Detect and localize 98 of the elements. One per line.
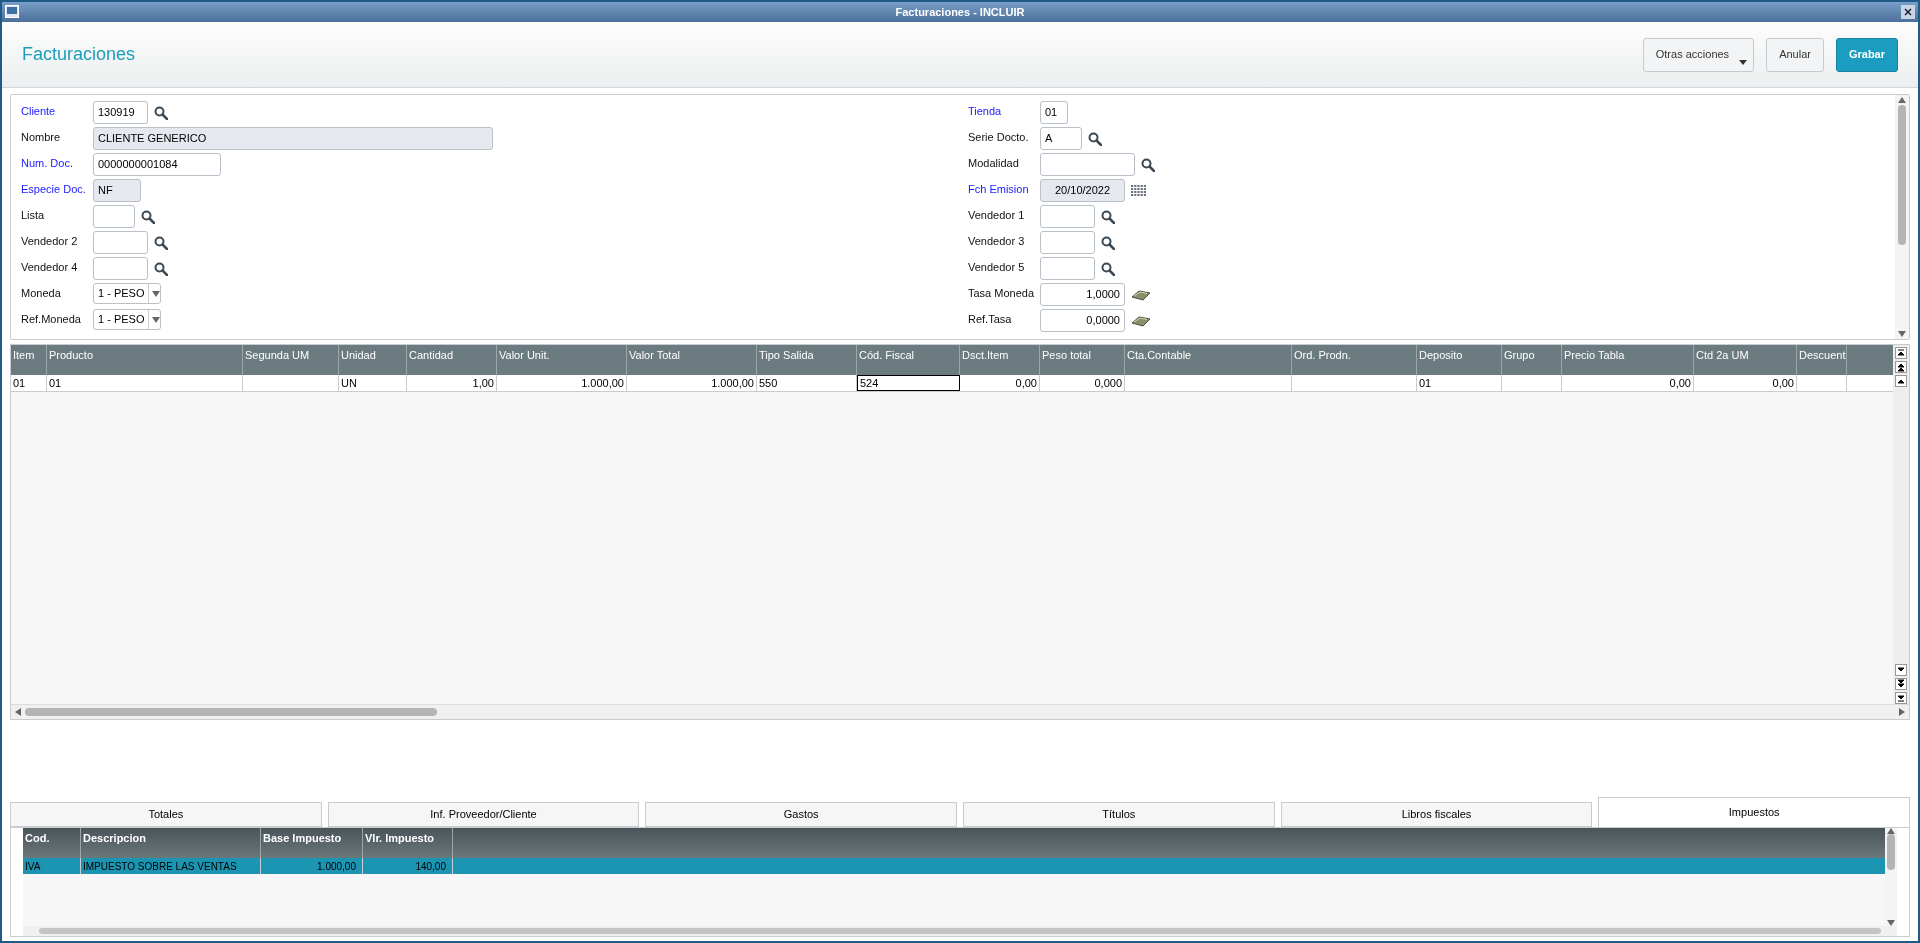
tab[interactable]: Inf. Proveedor/Cliente (327, 802, 640, 827)
money-icon[interactable] (1131, 287, 1151, 302)
scrollbar[interactable] (1895, 95, 1909, 339)
actions-menu-button[interactable]: Otras acciones (1642, 37, 1755, 72)
input-field[interactable]: 0,0000 (1040, 309, 1125, 332)
table-cell: 550 (757, 375, 857, 391)
field-label: Tienda (968, 104, 1003, 119)
scroll-right-icon[interactable] (1899, 708, 1905, 716)
tab[interactable]: Impuestos (1598, 797, 1911, 827)
search-icon[interactable] (141, 209, 155, 224)
tab[interactable]: Totales (10, 802, 322, 827)
field-label: Num. Doc. (21, 156, 74, 171)
input-field[interactable] (1040, 205, 1095, 228)
input-field[interactable]: CLIENTE GENERICO (93, 127, 493, 150)
field-label: Cliente (21, 104, 57, 119)
field-label: Fch Emision (968, 182, 1030, 197)
tab[interactable]: Títulos (963, 802, 1275, 827)
search-icon[interactable] (1101, 209, 1115, 224)
field-label: Moneda (21, 286, 62, 301)
table-cell: IVA (23, 858, 81, 874)
column-header[interactable]: Cód. Fiscal (857, 345, 960, 375)
tab[interactable]: Libros fiscales (1280, 802, 1593, 827)
last-row-icon[interactable] (1895, 692, 1907, 704)
select-field[interactable]: 1 - PESO (93, 309, 161, 330)
input-field[interactable]: 20/10/2022 (1040, 179, 1125, 202)
first-row-icon[interactable] (1895, 347, 1907, 359)
field-label: Tasa Moneda (968, 286, 1036, 301)
table-row[interactable]: IVA IMPUESTO SOBRE LAS VENTAS 1.000,00 140,00 (23, 858, 1885, 874)
window-icon (5, 5, 19, 18)
search-icon[interactable] (1101, 235, 1115, 250)
field-label: Serie Docto. (968, 130, 1030, 145)
input-field[interactable]: 1,0000 (1040, 283, 1125, 306)
field-label: Modalidad (968, 156, 1020, 171)
table-cell: UN (339, 375, 407, 391)
table-cell: 1.000,00 (627, 375, 757, 391)
money-icon[interactable] (1131, 313, 1151, 328)
input-field[interactable] (1040, 153, 1135, 176)
row-up-icon[interactable] (1895, 375, 1907, 387)
field-label: Vendedor 5 (968, 260, 1026, 275)
input-field[interactable]: 130919 (93, 101, 148, 124)
scroll-down-icon[interactable] (1898, 331, 1906, 337)
table-cell: 0,00 (1562, 375, 1694, 391)
scrollbar[interactable] (1885, 828, 1897, 926)
search-icon[interactable] (1141, 157, 1155, 172)
scroll-left-icon[interactable] (15, 708, 21, 716)
input-field[interactable] (93, 257, 148, 280)
select-field[interactable]: 1 - PESO (93, 283, 161, 304)
input-field[interactable]: 01 (1040, 101, 1068, 124)
field-label: Vendedor 2 (21, 234, 79, 249)
row-down-icon[interactable] (1895, 664, 1907, 676)
input-field[interactable] (1040, 231, 1095, 254)
table-cell: 1,00 (407, 375, 497, 391)
input-field[interactable] (93, 205, 135, 228)
close-button[interactable] (1901, 5, 1915, 19)
search-icon[interactable] (154, 261, 168, 276)
dropdown-icon[interactable] (152, 290, 161, 297)
table-cell: 524 (857, 375, 960, 391)
table-cell: 0,00 (1694, 375, 1797, 391)
input-field[interactable]: 0000000001084 (93, 153, 221, 176)
field-label: Nombre (21, 130, 62, 145)
page-down-icon[interactable] (1895, 678, 1907, 690)
field-label: Especie Doc. (21, 182, 87, 197)
table-cell: 0,000 (1040, 375, 1125, 391)
table-cell: 1.000,00 (497, 375, 627, 391)
search-icon[interactable] (1088, 131, 1102, 146)
grid-scroll-controls[interactable] (1893, 345, 1909, 704)
window-title: Facturaciones - INCLUIR (895, 4, 1025, 20)
search-icon[interactable] (154, 105, 168, 120)
field-label: Ref.Moneda (21, 312, 82, 327)
table-cell: 140,00 (363, 858, 453, 874)
dropdown-icon[interactable] (152, 316, 161, 323)
calendar-icon[interactable] (1131, 184, 1147, 197)
caret-icon (1739, 59, 1748, 65)
input-field[interactable]: NF (93, 179, 141, 202)
horizontal-scrollbar[interactable] (23, 926, 1897, 936)
tab[interactable]: Gastos (645, 802, 957, 827)
page-up-icon[interactable] (1895, 361, 1907, 373)
field-label: Ref.Tasa (968, 312, 1013, 327)
table-cell: 0,00 (960, 375, 1040, 391)
search-icon[interactable] (154, 235, 168, 250)
table-cell: 01 (1417, 375, 1502, 391)
action-button[interactable]: Grabar (1835, 37, 1898, 72)
scroll-up-icon[interactable] (1898, 97, 1906, 103)
page-title: Facturaciones (22, 43, 136, 66)
input-field[interactable] (1040, 257, 1095, 280)
horizontal-scrollbar[interactable] (11, 704, 1909, 719)
search-icon[interactable] (1101, 261, 1115, 276)
field-label: Vendedor 3 (968, 234, 1026, 249)
table-cell: 01 (11, 375, 47, 391)
field-label: Lista (21, 208, 46, 223)
input-field[interactable]: A (1040, 127, 1082, 150)
action-button[interactable]: Anular (1766, 37, 1824, 72)
table-cell: 1.000,00 (261, 858, 363, 874)
input-field[interactable] (93, 231, 148, 254)
field-label: Vendedor 1 (968, 208, 1026, 223)
field-label: Vendedor 4 (21, 260, 79, 275)
table-cell: IMPUESTO SOBRE LAS VENTAS (81, 858, 261, 874)
table-cell: 01 (47, 375, 243, 391)
